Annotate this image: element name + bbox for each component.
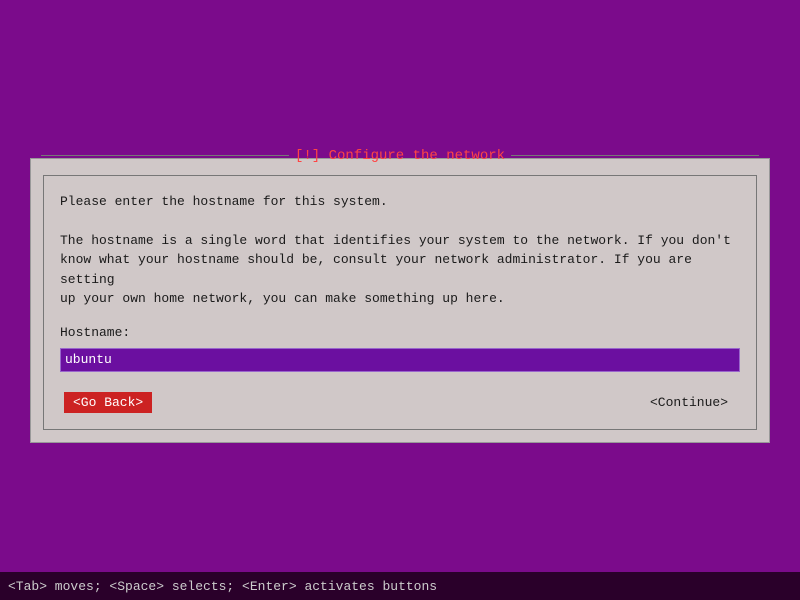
continue-button[interactable]: <Continue> (642, 393, 736, 412)
title-line-left (41, 155, 289, 156)
description-text: Please enter the hostname for this syste… (60, 192, 740, 309)
title-line-right (511, 155, 759, 156)
hostname-label: Hostname: (60, 325, 740, 340)
status-text: <Tab> moves; <Space> selects; <Enter> ac… (8, 579, 437, 594)
dialog-box: [!] Configure the network Please enter t… (30, 158, 770, 443)
status-bar: <Tab> moves; <Space> selects; <Enter> ac… (0, 572, 800, 600)
desktop: [!] Configure the network Please enter t… (0, 0, 800, 600)
desc-line4: know what your hostname should be, consu… (60, 250, 740, 289)
desc-line3: The hostname is a single word that ident… (60, 231, 740, 251)
buttons-row: <Go Back> <Continue> (60, 392, 740, 413)
desc-line5: up your own home network, you can make s… (60, 289, 740, 309)
hostname-input[interactable] (65, 352, 735, 367)
desc-line1: Please enter the hostname for this syste… (60, 192, 740, 212)
dialog-title-bar: [!] Configure the network (41, 148, 759, 164)
dialog-content: Please enter the hostname for this syste… (43, 175, 757, 430)
go-back-button[interactable]: <Go Back> (64, 392, 152, 413)
dialog-title: [!] Configure the network (289, 148, 511, 164)
hostname-input-wrapper[interactable] (60, 348, 740, 372)
